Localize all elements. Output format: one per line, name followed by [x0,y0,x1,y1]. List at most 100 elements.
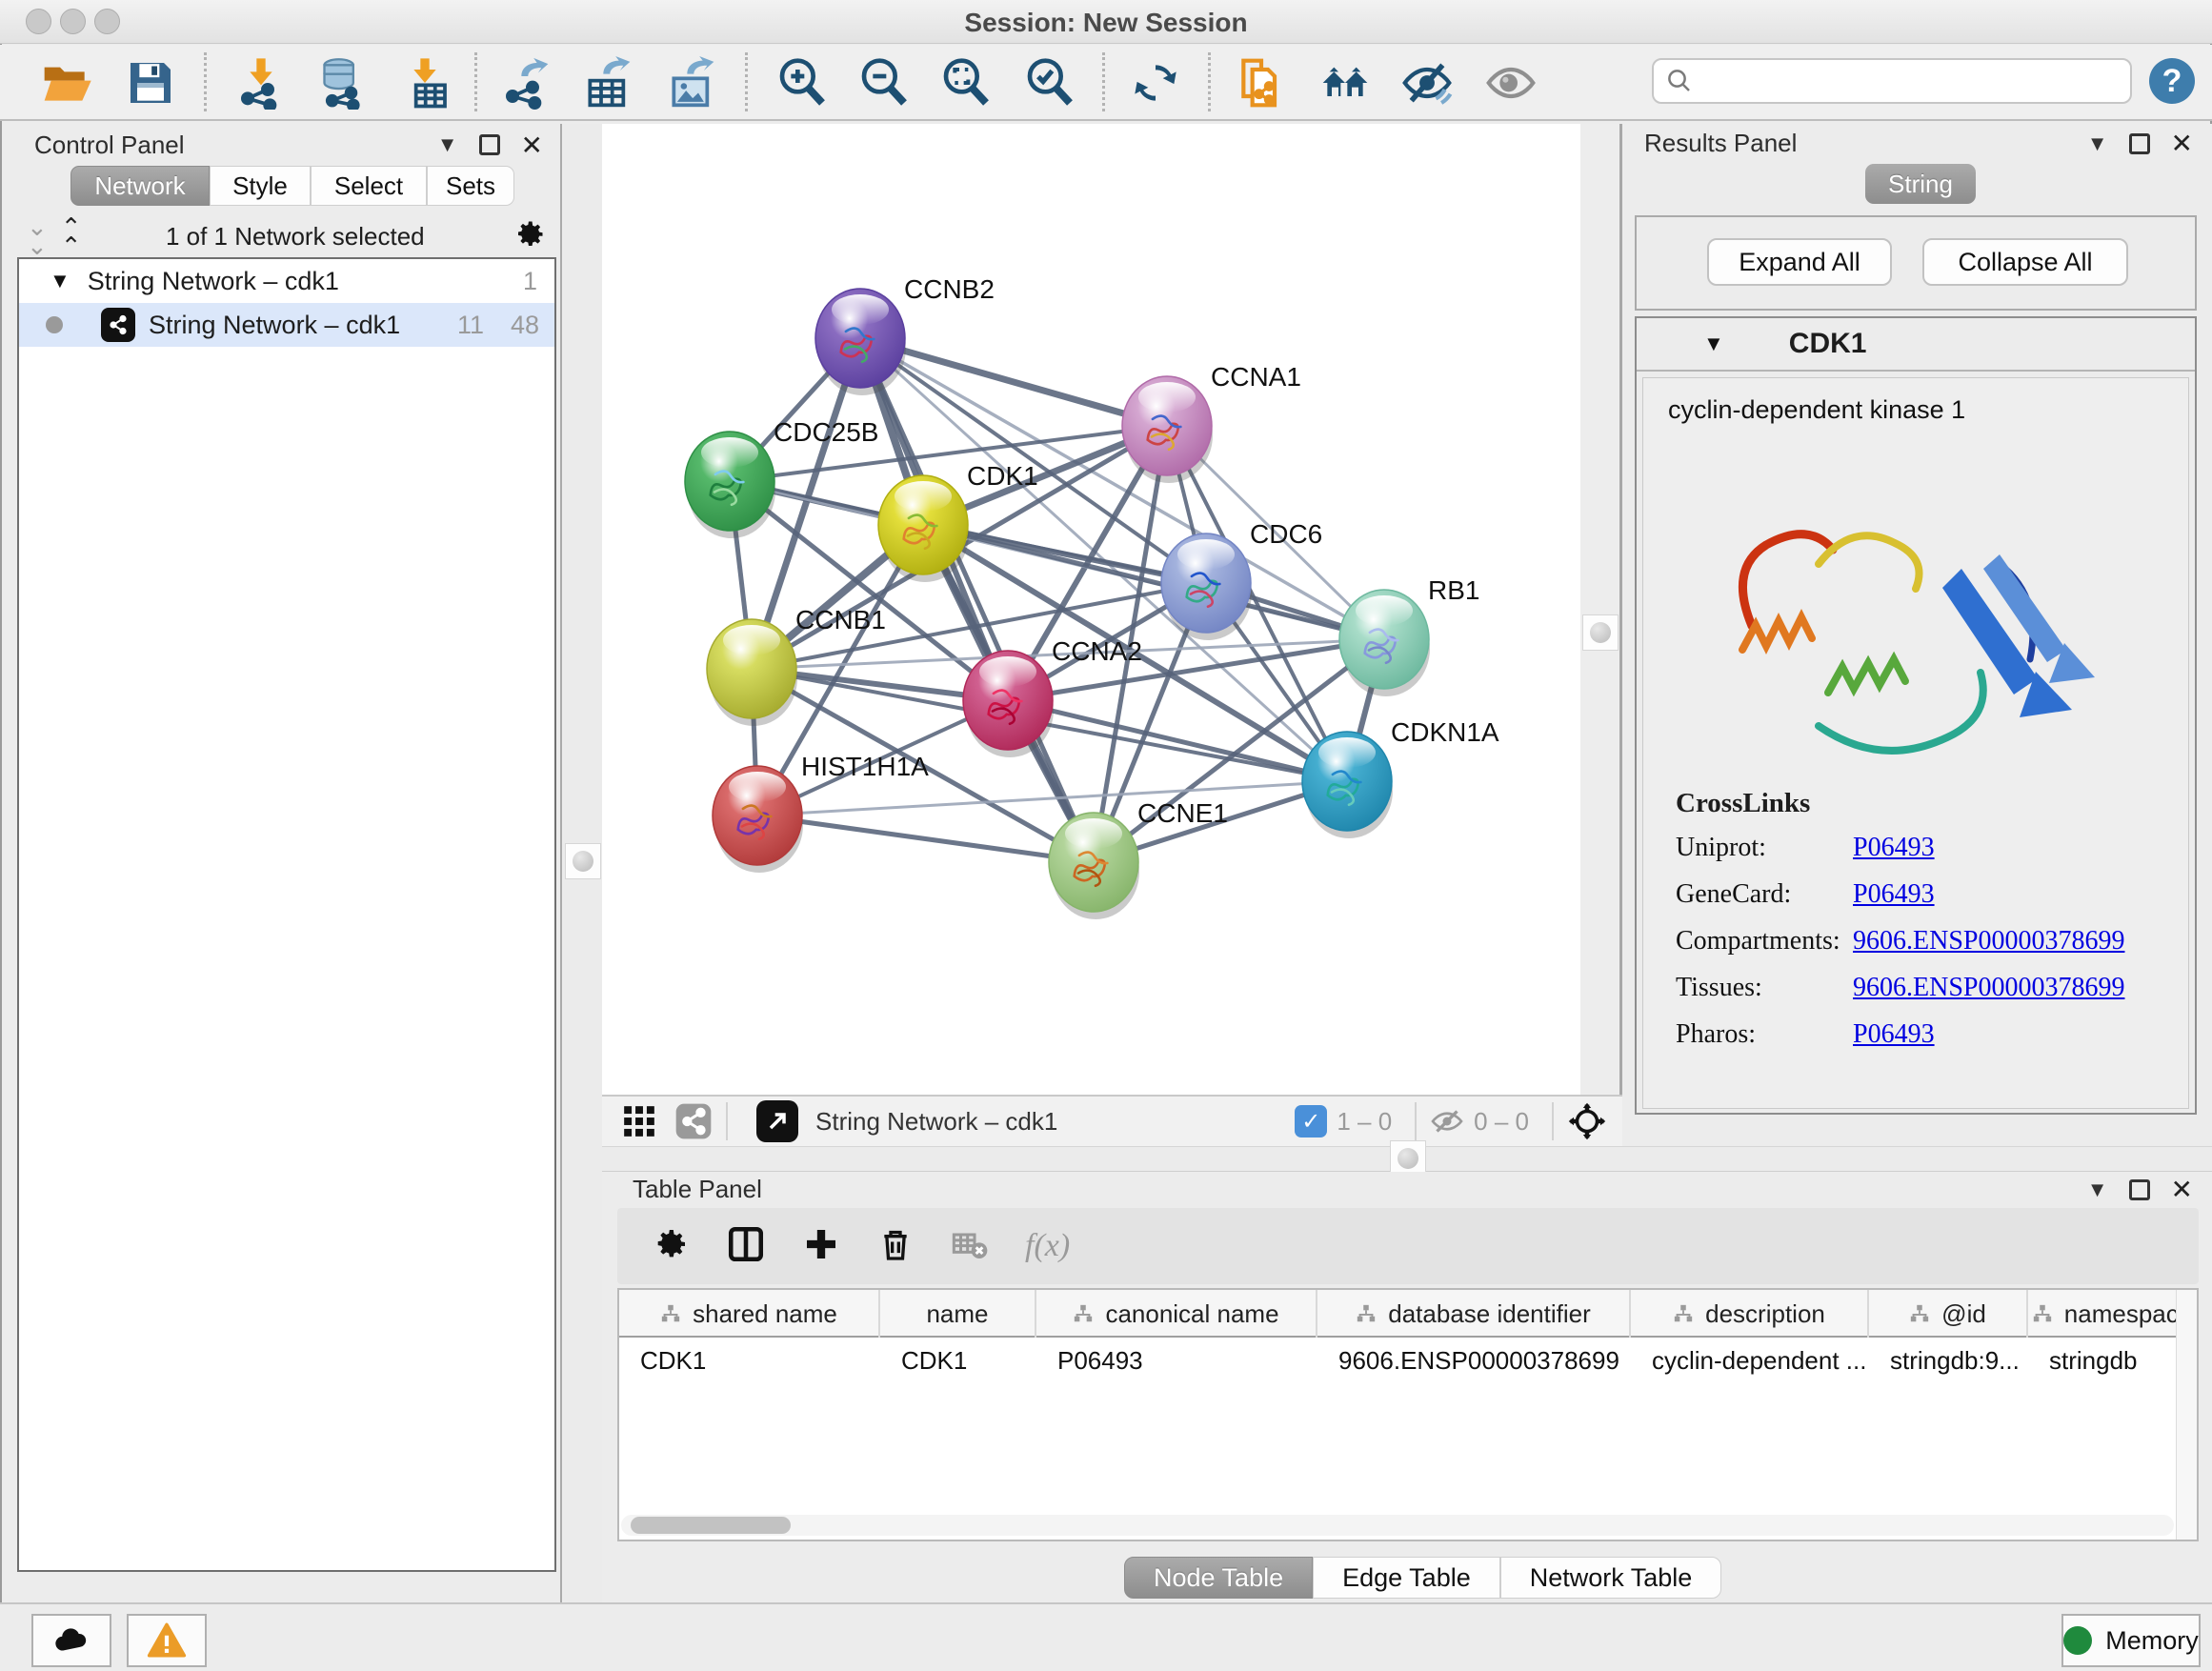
memory-button[interactable]: Memory [2061,1614,2201,1667]
hide-selected-eye-slash-icon[interactable] [1400,56,1454,110]
show-all-eye-icon[interactable] [1484,56,1538,110]
import-network-file-icon[interactable] [234,56,288,110]
table-cell[interactable]: cyclin-dependent ... [1631,1339,1869,1381]
expand-all-networks-icon[interactable]: ⌃⌃ [61,217,78,255]
network-row-selected[interactable]: String Network – cdk1 11 48 [19,303,554,347]
table-cell[interactable]: CDK1 [880,1339,1036,1381]
network-node-CDC6[interactable]: CDC6 [1161,519,1322,640]
search-input[interactable] [1694,66,2103,97]
table-cell[interactable]: stringdb [2028,1339,2198,1381]
crosslink-link[interactable]: P06493 [1853,833,1935,863]
help-icon[interactable]: ? [2149,58,2195,104]
zoom-out-icon[interactable] [857,56,911,110]
results-panel-close-icon[interactable]: ✕ [2171,128,2193,159]
section-collapse-caret-icon[interactable]: ▼ [1703,332,1724,356]
collapse-all-networks-icon[interactable]: ⌄⌄ [27,217,44,255]
cdk1-section-header[interactable]: ▼ CDK1 [1637,318,2195,372]
export-image-icon[interactable] [665,56,718,110]
open-session-icon[interactable] [40,56,93,110]
table-cell[interactable]: CDK1 [619,1339,880,1381]
tree-expand-caret-icon[interactable]: ▼ [50,269,70,293]
network-share-icon[interactable] [674,1102,713,1140]
control-panel-close-icon[interactable]: ✕ [521,130,543,161]
column-header-database-identifier[interactable]: database identifier [1317,1290,1631,1338]
control-panel-menu-icon[interactable]: ▼ [437,132,458,157]
table-vertical-scrollbar[interactable] [2176,1290,2197,1540]
clone-network-icon[interactable] [1235,56,1288,110]
table-panel-close-icon[interactable]: ✕ [2171,1174,2193,1205]
crosslink-link[interactable]: 9606.ENSP00000378699 [1853,926,2124,956]
tab-node-table[interactable]: Node Table [1124,1557,1313,1599]
network-node-CCNB1[interactable]: CCNB1 [707,605,886,726]
first-neighbors-icon[interactable] [1318,56,1372,110]
function-builder-icon[interactable]: f(x) [1025,1228,1070,1264]
import-table-file-icon[interactable] [398,56,452,110]
selected-count-checkbox-icon[interactable]: ✓ [1295,1105,1327,1137]
tab-edge-table[interactable]: Edge Table [1313,1557,1500,1599]
scrollbar-thumb[interactable] [631,1517,791,1534]
table-options-gear-icon[interactable] [652,1225,690,1268]
birdseye-view-icon[interactable] [1567,1101,1607,1141]
network-node-CDKN1A[interactable]: CDKN1A [1302,717,1499,838]
grid-view-icon[interactable] [621,1103,657,1139]
expand-all-button[interactable]: Expand All [1707,238,1892,286]
column-header-shared-name[interactable]: shared name [619,1290,880,1338]
results-panel-float-icon[interactable] [2129,133,2150,154]
export-table-icon[interactable] [581,56,634,110]
import-network-database-icon[interactable] [314,56,368,110]
open-in-new-window-icon[interactable] [756,1100,798,1142]
delete-table-icon[interactable] [951,1225,989,1268]
tab-select[interactable]: Select [311,166,427,206]
tab-network[interactable]: Network [70,166,210,206]
network-node-CCNE1[interactable]: CCNE1 [1049,798,1228,919]
results-panel-menu-icon[interactable]: ▼ [2087,131,2108,156]
table-cell[interactable]: P06493 [1036,1339,1317,1381]
table-row[interactable]: CDK1CDK1P064939606.ENSP00000378699cyclin… [619,1339,2198,1381]
column-header-name[interactable]: name [880,1290,1036,1338]
network-collection-row[interactable]: ▼ String Network – cdk1 1 [19,259,554,303]
network-edge[interactable] [860,338,1167,426]
control-panel-float-icon[interactable] [479,134,500,155]
table-panel-menu-icon[interactable]: ▼ [2087,1178,2108,1202]
apply-layout-icon[interactable] [1129,56,1182,110]
network-options-gear-icon[interactable] [513,217,547,256]
show-columns-icon[interactable] [726,1224,766,1269]
network-node-CCNA1[interactable]: CCNA1 [1122,362,1301,483]
zoom-in-icon[interactable] [775,56,829,110]
zoom-selected-icon[interactable] [1023,56,1076,110]
zoom-fit-icon[interactable] [939,56,993,110]
network-node-RB1[interactable]: RB1 [1339,575,1479,696]
column-header-namespace[interactable]: namespace [2028,1290,2198,1338]
column-header-@id[interactable]: @id [1869,1290,2028,1338]
crosslink-link[interactable]: 9606.ENSP00000378699 [1853,973,2124,1003]
left-splitter-handle[interactable] [565,843,601,879]
network-edge[interactable] [757,815,1094,862]
horizontal-splitter[interactable] [602,1146,2212,1172]
tab-string[interactable]: String [1865,164,1976,204]
tab-network-table[interactable]: Network Table [1500,1557,1722,1599]
tab-sets[interactable]: Sets [427,166,514,206]
add-column-icon[interactable] [802,1225,840,1268]
search-box[interactable] [1652,58,2132,104]
table-panel-float-icon[interactable] [2129,1179,2150,1200]
cloud-button[interactable] [31,1614,111,1667]
column-header-description[interactable]: description [1631,1290,1869,1338]
network-edge[interactable] [860,338,1094,862]
warnings-button[interactable] [127,1614,207,1667]
right-splitter-handle[interactable] [1582,614,1619,651]
table-cell[interactable]: 9606.ENSP00000378699 [1317,1339,1631,1381]
table-horizontal-scrollbar[interactable] [621,1515,2174,1536]
collapse-all-button[interactable]: Collapse All [1922,238,2128,286]
save-session-icon[interactable] [124,56,177,110]
table-cell[interactable]: stringdb:9... [1869,1339,2028,1381]
network-right-splitter[interactable] [1580,124,1622,1095]
column-header-canonical-name[interactable]: canonical name [1036,1290,1317,1338]
crosslink-link[interactable]: P06493 [1853,1019,1935,1050]
export-network-icon[interactable] [499,56,553,110]
tab-style[interactable]: Style [210,166,311,206]
network-node-CDK1[interactable]: CDK1 [878,461,1038,582]
crosslink-link[interactable]: P06493 [1853,879,1935,910]
network-canvas[interactable]: CCNB2CCNA1CDC25BCDK1CDC6RB1CCNB1CCNA2CDK… [602,124,1580,1095]
delete-column-icon[interactable] [876,1225,915,1268]
left-splitter[interactable] [564,124,602,1602]
